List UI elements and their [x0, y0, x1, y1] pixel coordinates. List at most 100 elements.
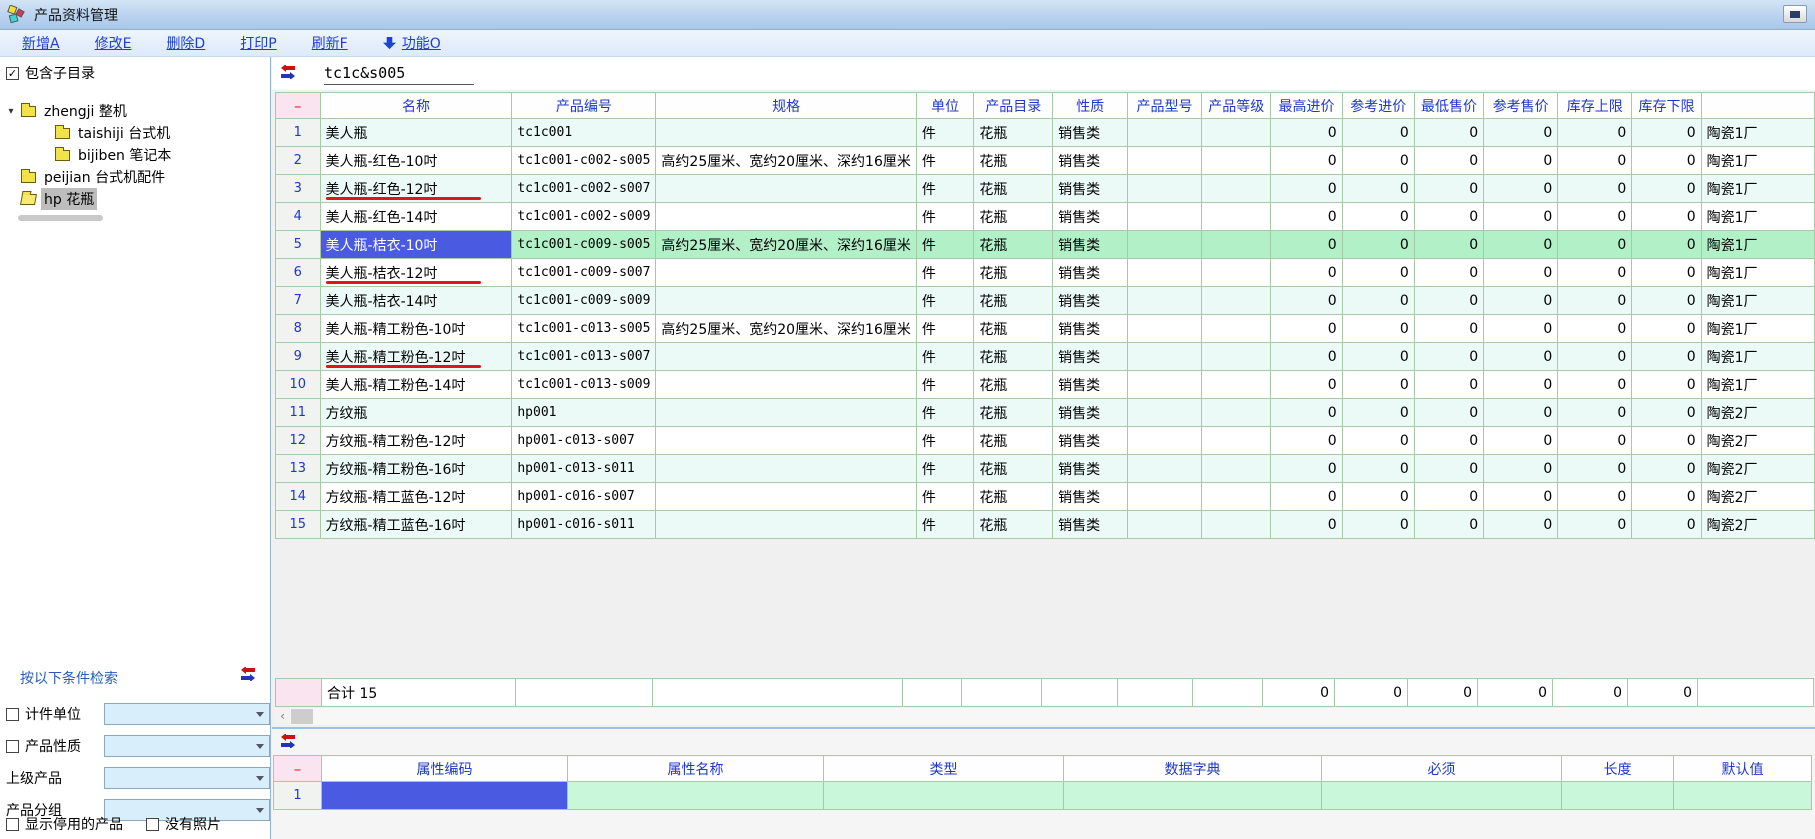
cell-stock_min[interactable]: 0 [1632, 119, 1701, 147]
cell-ref_sell[interactable]: 0 [1484, 147, 1558, 175]
cell-catalog[interactable]: 花瓶 [974, 483, 1053, 511]
cell-catalog[interactable]: 花瓶 [974, 427, 1053, 455]
product-row-4[interactable]: 4美人瓶-红色-14吋tc1c001-c002-s009件花瓶销售类000000… [276, 203, 1815, 231]
cell-min_sell[interactable]: 0 [1414, 119, 1483, 147]
cell-grade[interactable] [1202, 175, 1271, 203]
cell-factory[interactable]: 陶瓷1厂 [1701, 287, 1814, 315]
cell-nature[interactable]: 销售类 [1053, 483, 1128, 511]
cell-spec[interactable] [656, 483, 916, 511]
cell-factory[interactable]: 陶瓷2厂 [1701, 399, 1814, 427]
column-header-3[interactable]: 产品编号 [512, 93, 656, 119]
cell-code[interactable]: tc1c001-c002-s007 [512, 175, 656, 203]
cell-ref_sell[interactable]: 0 [1484, 511, 1558, 539]
cell-stock_min[interactable]: 0 [1632, 231, 1701, 259]
cell-nature[interactable]: 销售类 [1053, 399, 1128, 427]
product-row-7[interactable]: 7美人瓶-桔衣-14吋tc1c001-c009-s009件花瓶销售类000000… [276, 287, 1815, 315]
cell-num[interactable]: 8 [276, 315, 321, 343]
cell-catalog[interactable]: 花瓶 [974, 315, 1053, 343]
filter-checkbox[interactable] [6, 740, 19, 753]
cell-num[interactable]: 7 [276, 287, 321, 315]
cell-grade[interactable] [1202, 455, 1271, 483]
cell-grade[interactable] [1202, 147, 1271, 175]
extra-checkbox[interactable] [6, 818, 19, 831]
cell-stock_min[interactable]: 0 [1632, 175, 1701, 203]
cell-max_buy[interactable]: 0 [1271, 231, 1342, 259]
cell-num[interactable]: 9 [276, 343, 321, 371]
cell-code[interactable]: tc1c001 [512, 119, 656, 147]
cell-spec[interactable] [656, 399, 916, 427]
cell-grade[interactable] [1202, 315, 1271, 343]
cell-stock_max[interactable]: 0 [1558, 399, 1632, 427]
cell-code[interactable]: tc1c001-c009-s005 [512, 231, 656, 259]
toolbar-button-4[interactable]: 打印P [240, 33, 276, 53]
cell-nature[interactable]: 销售类 [1053, 119, 1128, 147]
cell-spec[interactable] [656, 175, 916, 203]
horizontal-scrollbar[interactable]: ‹ [275, 708, 1815, 725]
cell-ref_buy[interactable]: 0 [1342, 259, 1414, 287]
column-header-13[interactable]: 参考售价 [1484, 93, 1558, 119]
cell-max_buy[interactable]: 0 [1271, 203, 1342, 231]
cell-stock_min[interactable]: 0 [1632, 399, 1701, 427]
cell-unit[interactable]: 件 [916, 259, 973, 287]
product-row-9[interactable]: 9美人瓶-精工粉色-12吋tc1c001-c013-s007件花瓶销售类0000… [276, 343, 1815, 371]
cell-model[interactable] [1128, 455, 1202, 483]
cell-unit[interactable]: 件 [916, 231, 973, 259]
cell-min_sell[interactable]: 0 [1414, 231, 1483, 259]
window-minimize-button[interactable] [1783, 5, 1807, 23]
cell-code[interactable]: tc1c001-c002-s009 [512, 203, 656, 231]
cell-num[interactable]: 6 [276, 259, 321, 287]
cell-nature[interactable]: 销售类 [1053, 175, 1128, 203]
cell-model[interactable] [1128, 231, 1202, 259]
attr-cell-required[interactable] [1322, 782, 1562, 810]
cell-stock_max[interactable]: 0 [1558, 119, 1632, 147]
cell-ref_sell[interactable]: 0 [1484, 259, 1558, 287]
cell-model[interactable] [1128, 147, 1202, 175]
code-filter-input[interactable] [324, 61, 474, 85]
cell-ref_sell[interactable]: 0 [1484, 427, 1558, 455]
cell-min_sell[interactable]: 0 [1414, 147, 1483, 175]
cell-stock_max[interactable]: 0 [1558, 343, 1632, 371]
cell-catalog[interactable]: 花瓶 [974, 203, 1053, 231]
column-header-11[interactable]: 参考进价 [1342, 93, 1414, 119]
cell-spec[interactable] [656, 455, 916, 483]
column-header-8[interactable]: 产品型号 [1128, 93, 1202, 119]
cell-min_sell[interactable]: 0 [1414, 343, 1483, 371]
cell-name[interactable]: 美人瓶-红色-12吋 [320, 175, 512, 203]
cell-code[interactable]: tc1c001-c013-s009 [512, 371, 656, 399]
cell-grade[interactable] [1202, 259, 1271, 287]
cell-num[interactable]: 14 [276, 483, 321, 511]
attr-column-header-1[interactable]: – [274, 756, 322, 782]
cell-max_buy[interactable]: 0 [1271, 483, 1342, 511]
grid-swap-icon[interactable] [280, 65, 296, 83]
column-header-2[interactable]: 名称 [320, 93, 512, 119]
cell-name[interactable]: 方纹瓶-精工粉色-16吋 [320, 455, 512, 483]
cell-ref_buy[interactable]: 0 [1342, 511, 1414, 539]
cell-stock_min[interactable]: 0 [1632, 287, 1701, 315]
cell-model[interactable] [1128, 371, 1202, 399]
column-header-12[interactable]: 最低售价 [1414, 93, 1483, 119]
cell-code[interactable]: hp001-c016-s007 [512, 483, 656, 511]
cell-stock_max[interactable]: 0 [1558, 203, 1632, 231]
column-header-7[interactable]: 性质 [1053, 93, 1128, 119]
cell-min_sell[interactable]: 0 [1414, 511, 1483, 539]
expand-arrow-icon[interactable]: ▾ [6, 106, 16, 117]
product-row-2[interactable]: 2美人瓶-红色-10吋tc1c001-c002-s005高约25厘米、宽约20厘… [276, 147, 1815, 175]
cell-spec[interactable] [656, 119, 916, 147]
cell-spec[interactable] [656, 287, 916, 315]
cell-factory[interactable]: 陶瓷2厂 [1701, 511, 1814, 539]
include-subdir-checkbox[interactable]: ✓ [6, 67, 19, 80]
cell-ref_buy[interactable]: 0 [1342, 343, 1414, 371]
cell-unit[interactable]: 件 [916, 287, 973, 315]
cell-stock_min[interactable]: 0 [1632, 371, 1701, 399]
filter-swap-icon[interactable] [240, 667, 256, 685]
attr-cell-code[interactable] [322, 782, 568, 810]
cell-model[interactable] [1128, 427, 1202, 455]
cell-ref_sell[interactable]: 0 [1484, 343, 1558, 371]
cell-unit[interactable]: 件 [916, 315, 973, 343]
cell-ref_sell[interactable]: 0 [1484, 119, 1558, 147]
filter-combobox[interactable] [104, 703, 270, 725]
cell-ref_buy[interactable]: 0 [1342, 119, 1414, 147]
cell-name[interactable]: 美人瓶 [320, 119, 512, 147]
cell-num[interactable]: 11 [276, 399, 321, 427]
cell-max_buy[interactable]: 0 [1271, 371, 1342, 399]
